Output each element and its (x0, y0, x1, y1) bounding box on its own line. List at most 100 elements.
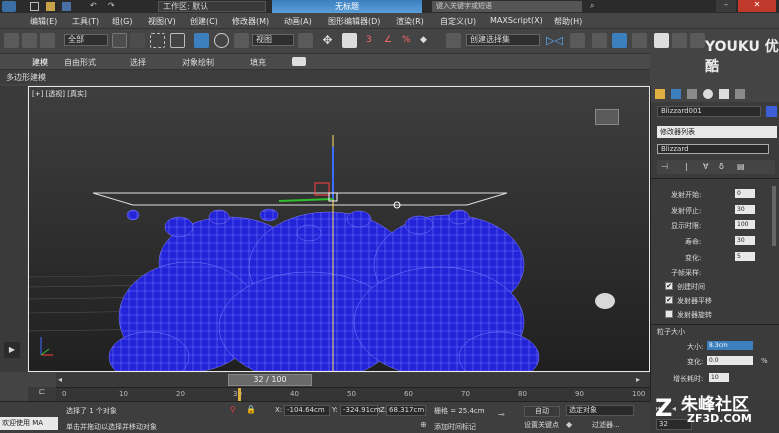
search-input[interactable]: 键入关键字或短语 (432, 1, 582, 12)
teapot-particles[interactable] (108, 208, 540, 371)
menu-customize[interactable]: 自定义(U) (440, 16, 476, 27)
close-button[interactable]: ✕ (738, 0, 776, 12)
keyboard-shortcut-icon[interactable] (342, 33, 357, 48)
window-crossing-icon[interactable] (170, 33, 185, 48)
life-spinner[interactable]: 30 (735, 236, 755, 245)
menu-modifiers[interactable]: 修改器(M) (232, 16, 269, 27)
tab-object-paint[interactable]: 对象绘制 (182, 57, 214, 68)
display-until-spinner[interactable]: 100 (735, 220, 755, 229)
menu-animation[interactable]: 动画(A) (284, 16, 312, 27)
next-frame-icon[interactable]: ▸ (636, 375, 646, 385)
align-icon[interactable] (570, 33, 585, 48)
prev-frame-icon[interactable]: ◂ (58, 375, 68, 385)
ribbon-polygon-modeling[interactable]: 多边形建模 (6, 72, 46, 83)
snaps-toggle-icon[interactable]: 3 (366, 33, 381, 48)
perspective-viewport[interactable]: [+] [透视] [真实] (28, 86, 650, 372)
menu-views[interactable]: 视图(V) (148, 16, 176, 27)
named-selection-dropdown[interactable]: 创建选择集 (466, 34, 540, 46)
percent-snap-icon[interactable]: % (402, 33, 417, 48)
key-mode-icon[interactable]: ◆ (566, 420, 576, 430)
quick-access-new-icon[interactable] (30, 2, 39, 11)
auto-key-button[interactable]: 自动 (524, 406, 560, 417)
schematic-view-icon[interactable] (672, 33, 687, 48)
menu-tools[interactable]: 工具(T) (72, 16, 99, 27)
display-tab-icon[interactable] (719, 89, 729, 99)
unlink-icon[interactable] (22, 33, 37, 48)
mirror-icon[interactable]: ▷◁ (546, 33, 563, 48)
make-unique-icon[interactable]: ∀ (703, 162, 708, 171)
emit-stop-spinner[interactable]: 30 (735, 205, 755, 214)
hierarchy-tab-icon[interactable] (687, 89, 697, 99)
select-scale-icon[interactable] (234, 33, 249, 48)
object-name-field[interactable]: Blizzard001 (657, 106, 761, 117)
grow-for-spinner[interactable]: 10 (709, 373, 729, 382)
workspace-dropdown[interactable]: 工作区: 默认 (158, 1, 266, 12)
selection-filter-dropdown[interactable]: 全部 (64, 34, 108, 46)
blizzard-emitter[interactable] (92, 192, 508, 206)
object-color-swatch[interactable] (766, 106, 777, 117)
scene-explorer-icon[interactable] (612, 33, 627, 48)
quick-access-open-icon[interactable] (46, 2, 55, 11)
time-tag-icon[interactable]: ⊕ (420, 420, 430, 430)
maxscript-listener[interactable]: 欢迎使用 MA (0, 417, 58, 430)
y-coordinate-field[interactable]: -324.91cm (340, 405, 381, 416)
emitter-rotation-checkbox[interactable] (665, 310, 673, 318)
edit-named-sets-icon[interactable] (446, 33, 461, 48)
variation-spinner[interactable]: 5 (735, 252, 755, 261)
search-icon[interactable]: ⌕ (590, 1, 594, 11)
mini-curve-editor-icon[interactable]: ⊏ (28, 387, 56, 401)
angle-snap-icon[interactable]: ∠ (384, 33, 399, 48)
tab-selection[interactable]: 选择 (130, 57, 146, 68)
emitter-translation-checkbox[interactable]: ✔ (665, 296, 673, 304)
track-bar[interactable]: 0102030405060708090100 (56, 387, 650, 402)
viewcube-icon[interactable] (595, 109, 619, 125)
minimize-button[interactable]: – (716, 0, 736, 12)
set-key-button[interactable]: 设置关键点 (524, 420, 560, 431)
show-end-result-icon[interactable]: | (685, 162, 688, 171)
key-filter-dropdown[interactable]: 选定对象 (566, 405, 634, 416)
tab-populate[interactable]: 填充 (250, 57, 266, 68)
panel-scrollbar[interactable] (772, 186, 776, 246)
menu-group[interactable]: 组(G) (112, 16, 132, 27)
pivot-center-icon[interactable] (298, 33, 313, 48)
curve-editor-icon[interactable] (654, 33, 669, 48)
menu-help[interactable]: 帮助(H) (554, 16, 582, 27)
rect-selection-icon[interactable] (150, 33, 165, 48)
menu-rendering[interactable]: 渲染(R) (396, 16, 424, 27)
motion-tab-icon[interactable] (703, 89, 713, 99)
redo-icon[interactable]: ↷ (108, 1, 115, 10)
menu-edit[interactable]: 编辑(E) (30, 16, 57, 27)
modifier-stack-item[interactable]: Blizzard (657, 144, 769, 154)
x-coordinate-field[interactable]: -104.64cm (284, 405, 330, 416)
spinner-snap-icon[interactable]: ◆ (420, 33, 435, 48)
menu-maxscript[interactable]: MAXScript(X) (490, 16, 543, 25)
modify-tab-icon[interactable] (671, 89, 681, 99)
app-logo-icon[interactable] (2, 1, 16, 12)
time-slider[interactable]: ◂ 32 / 100 ▸ (56, 373, 650, 387)
creation-time-checkbox[interactable]: ✔ (665, 282, 673, 290)
key-icon[interactable]: ⊸ (498, 410, 512, 420)
emit-start-spinner[interactable]: 0 (735, 189, 755, 198)
select-move-icon[interactable] (194, 33, 209, 48)
time-slider-thumb[interactable]: 32 / 100 (228, 374, 312, 386)
select-object-icon[interactable] (112, 33, 127, 48)
select-rotate-icon[interactable] (214, 33, 229, 48)
undo-icon[interactable]: ↶ (90, 1, 97, 10)
select-by-name-icon[interactable] (130, 33, 145, 48)
create-tab-icon[interactable] (655, 89, 665, 99)
quick-access-save-icon[interactable] (62, 2, 71, 11)
bind-space-warp-icon[interactable] (40, 33, 55, 48)
graphite-toggle-icon[interactable] (632, 33, 647, 48)
configure-sets-icon[interactable]: ▤ (737, 162, 745, 171)
z-coordinate-field[interactable]: 68.317cm (386, 405, 426, 416)
material-editor-icon[interactable] (690, 33, 705, 48)
remove-modifier-icon[interactable]: δ (719, 162, 724, 171)
link-icon[interactable] (4, 33, 19, 48)
ribbon-options-icon[interactable] (292, 57, 306, 66)
lock-selection-icon[interactable]: 🔒 (246, 405, 256, 415)
isolate-icon[interactable]: ⚲ (230, 405, 238, 415)
play-icon[interactable]: ▶ (4, 342, 20, 358)
layer-manager-icon[interactable] (592, 33, 607, 48)
ref-coord-dropdown[interactable]: 视图 (252, 34, 294, 46)
select-manipulate-icon[interactable]: ✥ (320, 33, 335, 48)
